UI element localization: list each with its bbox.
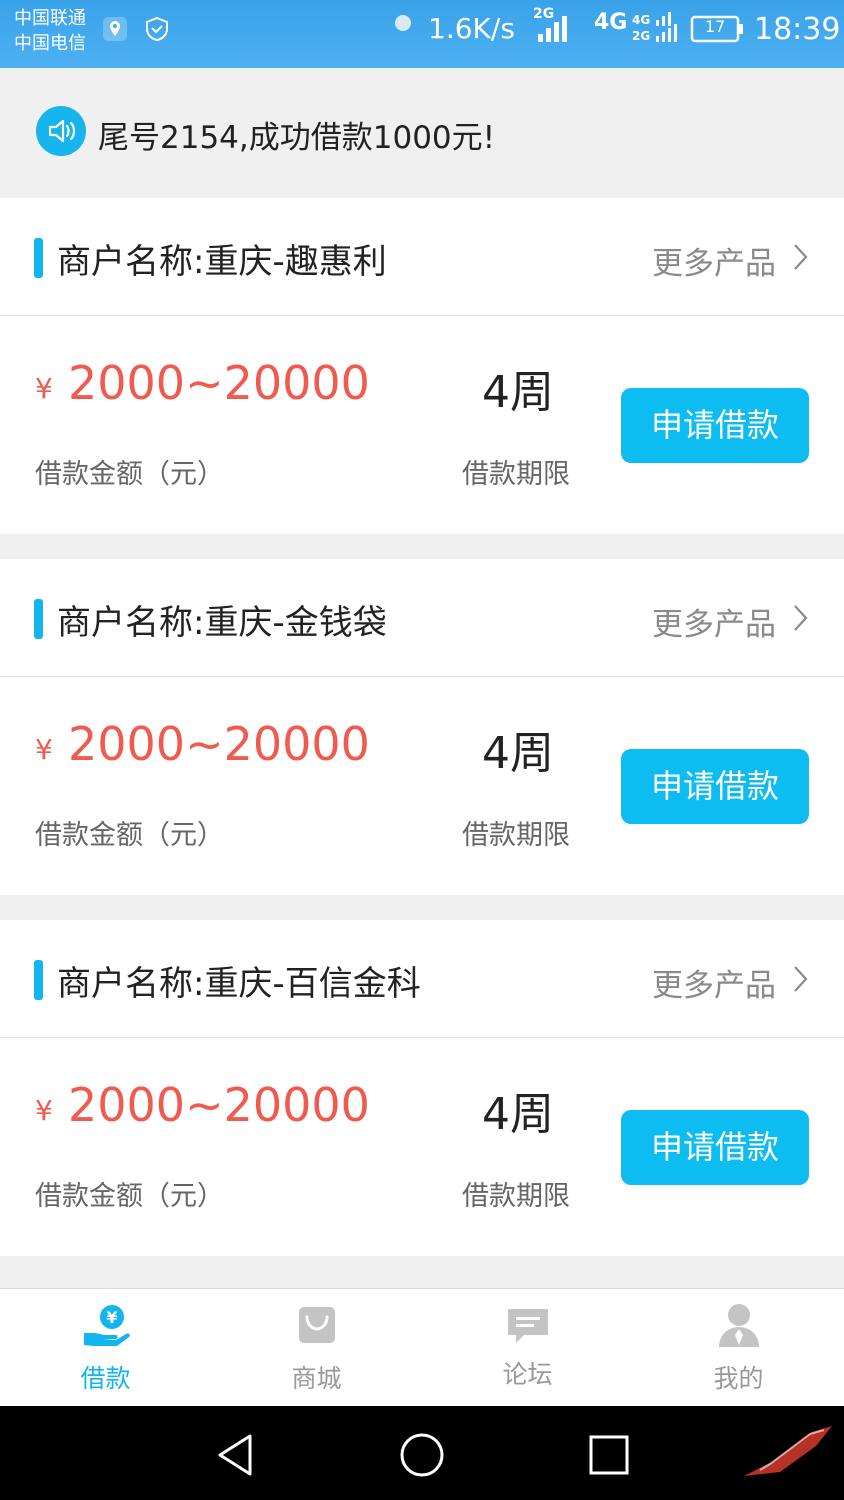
loan-term: 4周: [482, 728, 554, 779]
home-icon[interactable]: [397, 1430, 447, 1480]
loan-term: 4周: [482, 1089, 554, 1140]
carrier-info: 中国联通 中国电信: [14, 6, 86, 56]
loan-term-label: 借款期限: [462, 820, 570, 851]
currency-symbol: ¥: [35, 1094, 53, 1127]
tab-mall[interactable]: 商城: [211, 1289, 422, 1407]
carrier-name-2: 中国电信: [14, 33, 86, 54]
apply-loan-button[interactable]: 申请借款: [621, 1110, 809, 1185]
more-products-link[interactable]: 更多产品: [652, 960, 776, 1005]
loan-amount: 2000~20000: [68, 356, 370, 410]
chat-bubble-icon: [508, 1309, 548, 1343]
more-products-link[interactable]: 更多产品: [652, 238, 776, 283]
carrier-name-1: 中国联通: [14, 8, 86, 29]
merchant-header: 商户名称:重庆-趣惠利 更多产品: [0, 198, 844, 316]
merchant-card: 商户名称:重庆-趣惠利 更多产品 ¥ 2000~20000 借款金额（元） 4周…: [0, 198, 844, 534]
signal-4g-2g-icon: 4G 2G: [632, 12, 677, 43]
clock: 18:39: [754, 12, 841, 47]
tab-label: 我的: [713, 1364, 764, 1393]
shopping-bag-icon: [299, 1307, 335, 1343]
speaker-icon: [36, 106, 86, 156]
status-bar: 中国联通 中国电信 1.6K/s 2G 4G 4G 2G 17 18:39: [0, 0, 844, 68]
apply-loan-button[interactable]: 申请借款: [621, 388, 809, 463]
chevron-right-icon[interactable]: [792, 964, 810, 994]
accent-bar: [34, 238, 43, 278]
network-speed: 1.6K/s: [428, 12, 515, 45]
merchant-name: 商户名称:重庆-百信金科: [57, 964, 421, 1004]
back-icon[interactable]: [210, 1430, 260, 1480]
chevron-right-icon[interactable]: [792, 603, 810, 633]
loan-icon: ¥: [84, 1305, 130, 1346]
currency-symbol: ¥: [35, 372, 53, 405]
merchant-header: 商户名称:重庆-金钱袋 更多产品: [0, 559, 844, 677]
battery-icon: 17: [690, 14, 744, 44]
tab-mine[interactable]: 我的: [633, 1289, 844, 1407]
tab-loan[interactable]: ¥ 借款: [0, 1289, 211, 1407]
chevron-right-icon[interactable]: [792, 242, 810, 272]
location-app-icon: [103, 17, 127, 41]
loan-amount-label: 借款金额（元）: [35, 459, 224, 490]
system-nav-bar: [0, 1406, 844, 1500]
notice-text: 尾号2154,成功借款1000元!: [98, 120, 496, 156]
watermark-logo: [744, 1426, 832, 1476]
svg-text:2G: 2G: [632, 29, 650, 43]
loan-amount: 2000~20000: [68, 717, 370, 771]
apply-loan-button[interactable]: 申请借款: [621, 749, 809, 824]
shield-icon: [146, 16, 168, 42]
battery-level: 17: [704, 17, 726, 36]
more-products-link[interactable]: 更多产品: [652, 599, 776, 644]
currency-symbol: ¥: [35, 733, 53, 766]
merchant-header: 商户名称:重庆-百信金科 更多产品: [0, 920, 844, 1038]
user-icon: [719, 1304, 759, 1347]
notice-bar: 尾号2154,成功借款1000元!: [0, 68, 844, 196]
merchant-name: 商户名称:重庆-趣惠利: [57, 242, 387, 282]
loan-amount-label: 借款金额（元）: [35, 820, 224, 851]
network-4g-label: 4G: [594, 10, 628, 35]
merchant-name: 商户名称:重庆-金钱袋: [57, 603, 387, 643]
tab-label: 借款: [80, 1364, 131, 1393]
svg-text:4G: 4G: [632, 13, 650, 27]
loan-amount-label: 借款金额（元）: [35, 1181, 224, 1212]
loan-amount: 2000~20000: [68, 1078, 370, 1132]
tab-label: 论坛: [502, 1360, 553, 1389]
accent-bar: [34, 599, 43, 639]
loan-term-label: 借款期限: [462, 459, 570, 490]
loan-term: 4周: [482, 367, 554, 418]
svg-text:¥: ¥: [106, 1308, 117, 1327]
merchant-card: 商户名称:重庆-金钱袋 更多产品 ¥ 2000~20000 借款金额（元） 4周…: [0, 559, 844, 895]
tab-forum[interactable]: 论坛: [422, 1289, 633, 1407]
signal-icon: [538, 16, 567, 42]
recent-apps-icon[interactable]: [584, 1430, 634, 1480]
tab-label: 商城: [291, 1364, 342, 1393]
accent-bar: [34, 960, 43, 1000]
merchant-card: 商户名称:重庆-百信金科 更多产品 ¥ 2000~20000 借款金额（元） 4…: [0, 920, 844, 1256]
bottom-tab-bar: ¥ 借款 商城 论坛 我的: [0, 1288, 844, 1406]
notification-dot-icon: [395, 15, 411, 31]
loan-term-label: 借款期限: [462, 1181, 570, 1212]
